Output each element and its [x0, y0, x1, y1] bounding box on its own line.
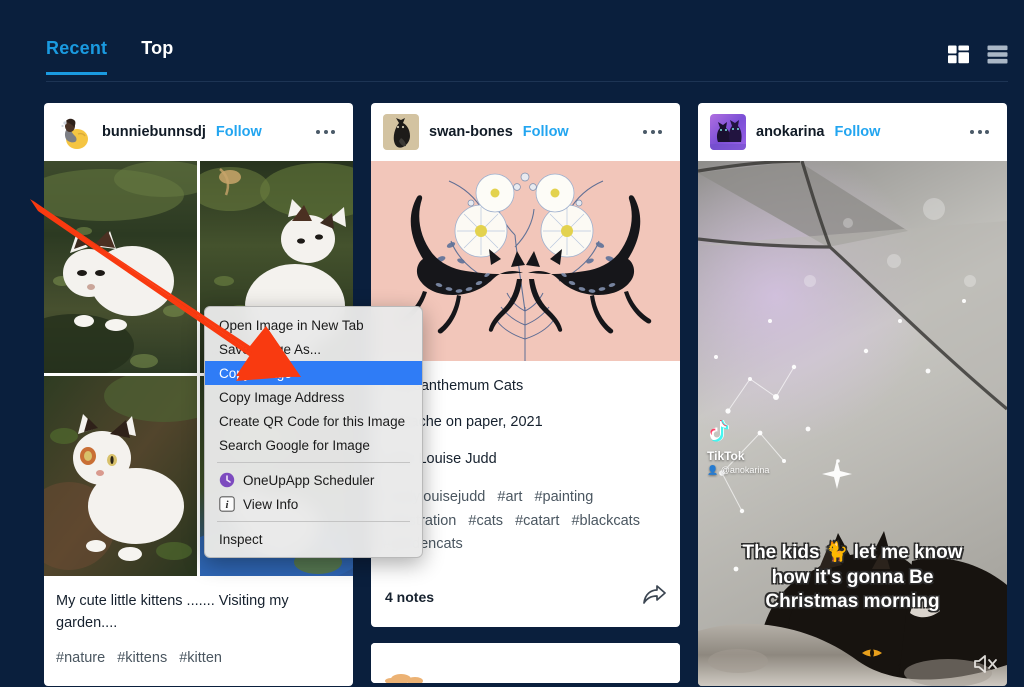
post-header: anokarina Follow — [698, 103, 1007, 161]
post-header: swan-bones Follow — [371, 103, 680, 161]
post-photo-1[interactable] — [44, 161, 197, 373]
follow-button[interactable]: Follow — [216, 124, 262, 140]
post-tag[interactable]: #blackcats — [571, 510, 640, 533]
post-notes-row: 4 notes — [371, 572, 680, 627]
post-tag[interactable]: #catart — [515, 510, 559, 533]
list-view-icon[interactable] — [987, 44, 1008, 70]
view-toggle-group — [948, 44, 1008, 70]
menu-item-save-image-as[interactable]: Save Image As... — [205, 337, 422, 361]
post-header: bunniebunnsdj Follow — [44, 103, 353, 161]
notes-count[interactable]: 4 notes — [385, 589, 434, 605]
post-options-button[interactable] — [637, 124, 668, 140]
menu-item-copy-image[interactable]: Copy Image — [205, 361, 422, 385]
menu-separator — [217, 462, 410, 463]
column-3: anokarina Follow TikTok 👤 @anokarina The… — [698, 103, 1007, 686]
tab-divider — [46, 81, 1008, 82]
menu-item-label: Copy Image Address — [219, 389, 345, 405]
post-photo-3[interactable] — [44, 376, 197, 576]
menu-item-view-info[interactable]: i View Info — [205, 492, 422, 516]
tab-recent-label: Recent — [46, 38, 108, 58]
post-tag[interactable]: #art — [497, 486, 522, 509]
tiktok-handle-text: @anokarina — [720, 465, 770, 475]
menu-item-label: Inspect — [219, 531, 263, 547]
post-columns: bunniebunnsdj Follow My cute little kitt… — [44, 103, 1007, 687]
menu-item-label: Open Image in New Tab — [219, 317, 364, 333]
menu-item-oneupapp-scheduler[interactable]: OneUpApp Scheduler — [205, 468, 422, 492]
image-context-menu[interactable]: Open Image in New Tab Save Image As... C… — [204, 306, 423, 558]
menu-item-inspect[interactable]: Inspect — [205, 527, 422, 551]
menu-item-label: View Info — [243, 496, 299, 512]
tab-recent[interactable]: Recent — [46, 38, 108, 75]
menu-item-label: Search Google for Image — [219, 437, 370, 453]
mute-icon[interactable] — [973, 653, 999, 680]
post-tag[interactable]: #kitten — [179, 647, 222, 670]
menu-item-create-qr-code[interactable]: Create QR Code for this Image — [205, 409, 422, 433]
tiktok-note-icon — [710, 420, 729, 442]
follow-button[interactable]: Follow — [523, 124, 569, 140]
menu-separator — [217, 521, 410, 522]
info-icon: i — [219, 496, 235, 512]
tab-top-label: Top — [141, 38, 174, 58]
grid-view-icon[interactable] — [948, 44, 969, 70]
video-caption-line: how it's gonna Be — [771, 566, 934, 588]
post-options-button[interactable] — [310, 124, 341, 140]
menu-item-label: Copy Image — [219, 365, 292, 381]
oneup-icon — [219, 472, 235, 488]
tab-top[interactable]: Top — [141, 38, 173, 75]
top-bar: Recent Top — [0, 0, 1024, 82]
tab-bar: Recent Top — [46, 38, 173, 75]
share-icon[interactable] — [642, 584, 666, 611]
post-caption: My cute little kittens ....... Visiting … — [56, 593, 289, 632]
tiktok-watermark: TikTok 👤 @anokarina — [707, 419, 769, 476]
page-root: Recent Top bunniebunnsdj Follow My cute … — [0, 0, 1024, 687]
video-caption-line: The kids 🐈 let me know — [742, 542, 963, 563]
video-caption: The kids 🐈 let me know how it's gonna Be… — [698, 541, 1007, 615]
person-icon: 👤 — [707, 465, 719, 475]
tiktok-label: TikTok — [707, 449, 745, 463]
post-tags: #nature #kittens #kitten — [44, 641, 353, 686]
post-video[interactable]: TikTok 👤 @anokarina The kids 🐈 let me kn… — [698, 161, 1007, 686]
follow-button[interactable]: Follow — [835, 124, 881, 140]
menu-item-copy-image-address[interactable]: Copy Image Address — [205, 385, 422, 409]
menu-item-search-google-for-image[interactable]: Search Google for Image — [205, 433, 422, 457]
avatar-bunniebunnsdj[interactable] — [56, 114, 92, 150]
post-username[interactable]: anokarina — [756, 124, 825, 140]
menu-item-label: Create QR Code for this Image — [219, 413, 406, 429]
post-tag[interactable]: #kittens — [117, 647, 167, 670]
post-tag[interactable]: #painting — [534, 486, 593, 509]
post-tag[interactable]: #nature — [56, 647, 105, 670]
avatar-swan-bones[interactable] — [383, 114, 419, 150]
menu-item-label: OneUpApp Scheduler — [243, 472, 375, 488]
post-card-anokarina: anokarina Follow TikTok 👤 @anokarina The… — [698, 103, 1007, 686]
video-caption-line: Christmas morning — [765, 591, 940, 613]
post-tag[interactable]: #cats — [468, 510, 503, 533]
post-card-next-partial — [371, 642, 680, 683]
menu-item-label: Save Image As... — [219, 341, 322, 357]
post-username[interactable]: swan-bones — [429, 124, 513, 140]
post-options-button[interactable] — [964, 124, 995, 140]
post-username[interactable]: bunniebunnsdj — [102, 124, 206, 140]
tiktok-handle: 👤 @anokarina — [707, 465, 769, 476]
menu-item-open-image-in-new-tab[interactable]: Open Image in New Tab — [205, 313, 422, 337]
avatar-anokarina[interactable] — [710, 114, 746, 150]
